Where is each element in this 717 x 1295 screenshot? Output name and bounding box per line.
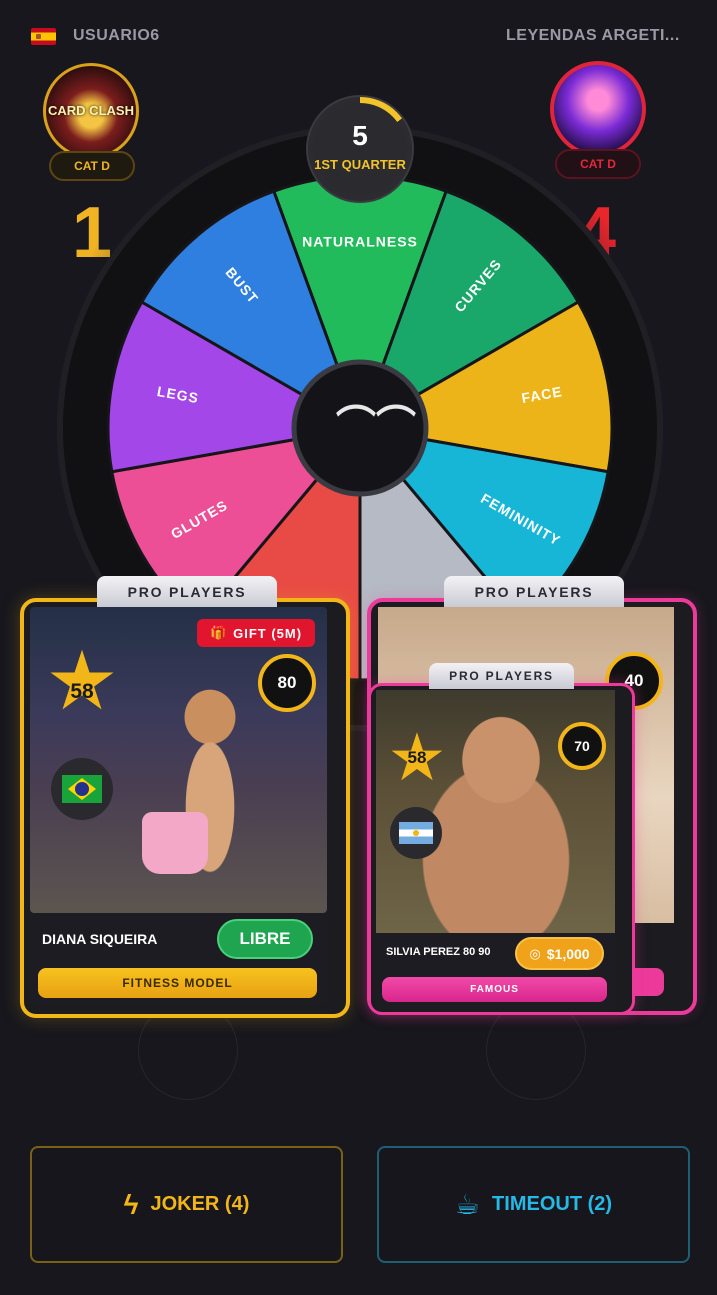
role-bar-right: FAMOUS bbox=[382, 977, 607, 1002]
rating-badge-left: 80 bbox=[258, 654, 316, 712]
brazil-flag-icon bbox=[51, 758, 113, 820]
photo-detail bbox=[142, 812, 208, 874]
card-name-left: DIANA SIQUEIRA bbox=[42, 931, 158, 947]
price-button[interactable]: ◎ $1,000 bbox=[515, 937, 604, 970]
quarter-label: 1ST QUARTER bbox=[314, 157, 406, 172]
card-tab-right-front: PRO PLAYERS bbox=[429, 663, 574, 689]
timeout-label: TIMEOUT (2) bbox=[492, 1193, 613, 1215]
gift-label: GIFT (5M) bbox=[233, 625, 303, 641]
card-name-right: SILVIA PEREZ 80 90 bbox=[386, 946, 491, 958]
gift-icon: 🎁 bbox=[209, 625, 228, 640]
wheel-segment-label: NATURALNESS bbox=[302, 234, 418, 250]
joker-button[interactable]: ϟ JOKER (4) bbox=[30, 1146, 343, 1263]
empty-slot-right bbox=[486, 1000, 586, 1100]
card-tab-right-back: PRO PLAYERS bbox=[444, 576, 624, 608]
coins-icon: ◎ bbox=[529, 945, 541, 961]
rating-badge-right: 70 bbox=[558, 722, 606, 770]
lightning-icon: ϟ bbox=[123, 1188, 139, 1220]
player-right-name: LEYENDAS ARGETI... bbox=[506, 27, 680, 44]
price-label: $1,000 bbox=[546, 945, 590, 962]
status-button[interactable]: LIBRE bbox=[217, 919, 313, 959]
spain-flag-icon bbox=[31, 28, 56, 45]
argentina-flag-icon bbox=[390, 807, 442, 859]
role-bar-left: FITNESS MODEL bbox=[38, 968, 317, 998]
joker-label: JOKER (4) bbox=[150, 1193, 250, 1215]
timer-value: 5 bbox=[352, 120, 368, 151]
card-tab-left: PRO PLAYERS bbox=[97, 576, 277, 608]
coffee-cup-icon: ☕ bbox=[454, 1188, 481, 1220]
timeout-button[interactable]: ☕ TIMEOUT (2) bbox=[377, 1146, 690, 1263]
player-left-name: USUARIO6 bbox=[73, 27, 160, 44]
star-rating-right: 58 bbox=[407, 748, 427, 767]
legs-icon: ⌒⌒ bbox=[336, 404, 416, 448]
gift-badge[interactable]: 🎁 GIFT (5M) bbox=[197, 619, 315, 647]
star-rating-left: 58 bbox=[70, 680, 94, 703]
